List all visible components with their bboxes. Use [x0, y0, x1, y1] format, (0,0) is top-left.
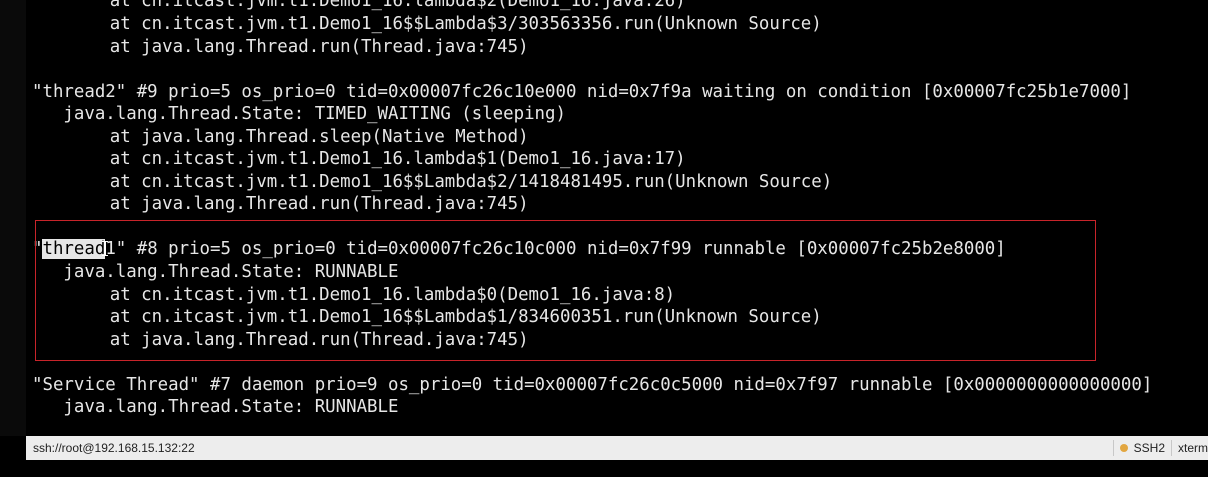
- status-bar: ssh://root@192.168.15.132:22 SSH2 xterm: [26, 436, 1208, 460]
- connection-address: ssh://root@192.168.15.132:22: [33, 441, 195, 455]
- terminal-line: "Service Thread" #7 daemon prio=9 os_pri…: [32, 375, 1153, 395]
- selected-line-suffix: " #8 prio=5 os_prio=0 tid=0x00007fc26c10…: [115, 239, 1006, 259]
- terminal-line: at cn.itcast.jvm.t1.Demo1_16$$Lambda$1/8…: [26, 307, 822, 327]
- terminal-line: java.lang.Thread.State: RUNNABLE: [32, 262, 399, 282]
- terminal-line: at cn.itcast.jvm.t1.Demo1_16$$Lambda$2/1…: [26, 172, 833, 192]
- terminal-line: "thread2" #9 prio=5 os_prio=0 tid=0x0000…: [32, 82, 1132, 102]
- terminal-line: at java.lang.Thread.run(Thread.java:745): [26, 330, 529, 350]
- terminal-type-label: xterm: [1178, 441, 1208, 455]
- terminal-output[interactable]: at cn.itcast.jvm.t1.Demo1_16.lambda$2(De…: [26, 0, 1208, 436]
- terminal-line: java.lang.Thread.State: RUNNABLE: [32, 397, 399, 417]
- terminal-line: at java.lang.Thread.run(Thread.java:745): [26, 37, 529, 57]
- protocol-indicator: SSH2: [1119, 441, 1165, 455]
- text-selection[interactable]: thread: [42, 239, 106, 259]
- terminal-line: at java.lang.Thread.sleep(Native Method): [26, 127, 529, 147]
- bottom-strip: [0, 460, 1208, 477]
- terminal-line: at cn.itcast.jvm.t1.Demo1_16.lambda$1(De…: [26, 149, 686, 169]
- selected-thread-header-line[interactable]: "thread1" #8 prio=5 os_prio=0 tid=0x0000…: [32, 238, 1006, 260]
- terminal-line: java.lang.Thread.State: TIMED_WAITING (s…: [32, 104, 566, 124]
- left-gutter: [0, 0, 26, 436]
- status-right-group: SSH2 xterm: [1107, 436, 1208, 460]
- status-divider: [1112, 440, 1114, 456]
- ssh-terminal-window: at cn.itcast.jvm.t1.Demo1_16.lambda$2(De…: [0, 0, 1208, 477]
- connection-status-icon: [1119, 444, 1128, 452]
- terminal-line: at cn.itcast.jvm.t1.Demo1_16.lambda$0(De…: [26, 285, 676, 305]
- terminal-line: at cn.itcast.jvm.t1.Demo1_16$$Lambda$3/3…: [26, 14, 822, 34]
- protocol-label: SSH2: [1133, 441, 1165, 455]
- selected-line-prefix: ": [32, 239, 43, 259]
- terminal-line: at cn.itcast.jvm.t1.Demo1_16.lambda$2(De…: [26, 0, 686, 11]
- status-divider: [1171, 440, 1172, 456]
- terminal-line: at java.lang.Thread.run(Thread.java:745): [26, 194, 529, 214]
